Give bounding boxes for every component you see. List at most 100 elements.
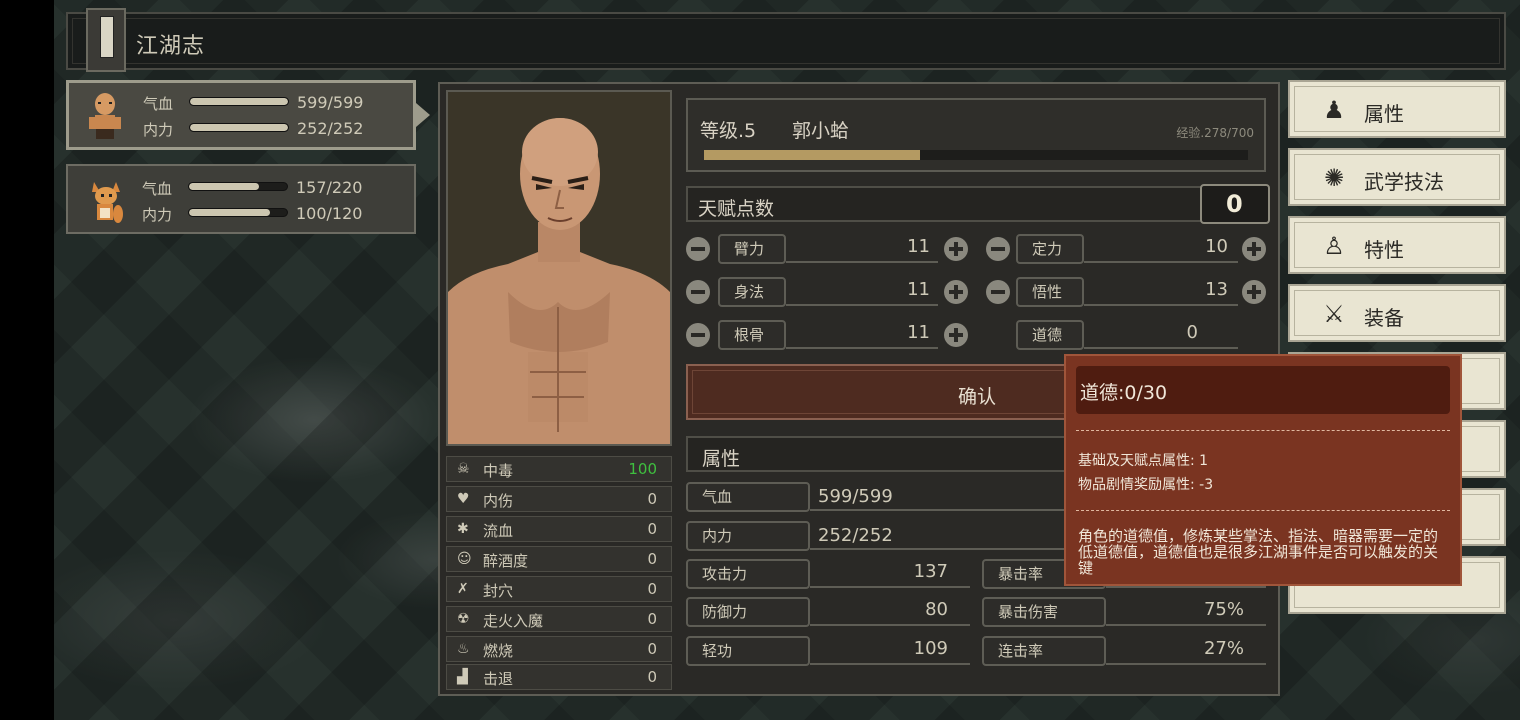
mp-bar bbox=[188, 208, 288, 217]
attr-label: 根骨 bbox=[718, 320, 786, 350]
knockback-icon: ▟ bbox=[457, 669, 468, 685]
hp-bar bbox=[188, 182, 288, 191]
status-label: 中毒 bbox=[483, 462, 514, 480]
menu-equipment-button[interactable]: ⚔ 装备 bbox=[1288, 284, 1506, 342]
hp-value: 157/220 bbox=[296, 178, 363, 197]
status-value: 0 bbox=[647, 640, 657, 658]
party-member-2[interactable]: 气血 157/220 内力 100/120 bbox=[66, 164, 416, 234]
attr-agility: 身法 11 bbox=[718, 277, 938, 307]
acupoint-icon: ✗ bbox=[457, 581, 469, 597]
mp-value: 100/120 bbox=[296, 204, 363, 223]
status-value: 0 bbox=[647, 610, 657, 628]
confirm-label: 确认 bbox=[958, 386, 997, 408]
hp-label: 气血 bbox=[143, 95, 174, 113]
exp-text: 经验.278/700 bbox=[1176, 126, 1254, 140]
decrease-insight-button[interactable] bbox=[986, 280, 1010, 304]
status-poison[interactable]: ☠ 中毒 100 bbox=[446, 456, 672, 482]
mp-value: 252/252 bbox=[297, 119, 364, 138]
talent-points-label: 天赋点数 bbox=[698, 198, 775, 220]
status-sealed-acupoint[interactable]: ✗ 封穴 0 bbox=[446, 576, 672, 602]
hp-bar-fill bbox=[189, 183, 259, 190]
status-bleeding[interactable]: ✱ 流血 0 bbox=[446, 516, 672, 542]
increase-insight-button[interactable] bbox=[1242, 280, 1266, 304]
increase-strength-button[interactable] bbox=[944, 237, 968, 261]
combat-value: 75% bbox=[1203, 599, 1244, 620]
decrease-constitution-button[interactable] bbox=[686, 323, 710, 347]
combat-lightness: 轻功 109 bbox=[686, 636, 970, 666]
menu-attributes-button[interactable]: ♟ 属性 bbox=[1288, 80, 1506, 138]
attr-insight: 悟性 13 bbox=[1016, 277, 1238, 307]
mp-bar-fill bbox=[190, 124, 288, 131]
party-member-1[interactable]: 气血 599/599 内力 252/252 bbox=[66, 80, 416, 150]
attr-label: 身法 bbox=[718, 277, 786, 307]
vital-value: 252/252 bbox=[818, 525, 893, 546]
status-drunk[interactable]: ☺ 醉酒度 0 bbox=[446, 546, 672, 572]
talent-points-value: 0 bbox=[1226, 190, 1243, 218]
combat-defense: 防御力 80 bbox=[686, 597, 970, 627]
attr-value: 13 bbox=[1205, 279, 1228, 300]
selected-arrow-icon bbox=[416, 103, 430, 127]
status-label: 流血 bbox=[483, 522, 514, 540]
character-icon: ♟ bbox=[1323, 96, 1345, 124]
exp-bar-fill bbox=[704, 150, 920, 160]
combat-combo-rate: 连击率 27% bbox=[982, 636, 1266, 666]
increase-agility-button[interactable] bbox=[944, 280, 968, 304]
menu-label: 特性 bbox=[1364, 238, 1404, 262]
status-label: 内伤 bbox=[483, 492, 514, 510]
attr-value: 0 bbox=[1186, 322, 1198, 343]
decrease-agility-button[interactable] bbox=[686, 280, 710, 304]
menu-label: 装备 bbox=[1364, 306, 1404, 330]
status-knockback[interactable]: ▟ 击退 0 bbox=[446, 664, 672, 690]
talent-points-value-box: 0 bbox=[1200, 184, 1270, 224]
exp-bar bbox=[704, 150, 1248, 160]
flame-icon: ♨ bbox=[457, 641, 470, 657]
status-label: 走火入魔 bbox=[483, 612, 544, 630]
broken-heart-icon: ♥ bbox=[457, 491, 470, 507]
combat-value: 109 bbox=[913, 638, 948, 659]
menu-traits-button[interactable]: ♙ 特性 bbox=[1288, 216, 1506, 274]
status-qi-deviation[interactable]: ☢ 走火入魔 0 bbox=[446, 606, 672, 632]
attr-constitution: 根骨 11 bbox=[718, 320, 938, 350]
journal-book-icon[interactable] bbox=[86, 8, 126, 72]
trait-icon: ♙ bbox=[1323, 232, 1345, 260]
attr-willpower: 定力 10 bbox=[1016, 234, 1238, 264]
status-value: 100 bbox=[628, 460, 657, 478]
status-internal-injury[interactable]: ♥ 内伤 0 bbox=[446, 486, 672, 512]
properties-header-label: 属性 bbox=[702, 448, 741, 470]
drunk-face-icon: ☺ bbox=[457, 551, 472, 567]
page-title: 江湖志 bbox=[136, 34, 206, 59]
decrease-willpower-button[interactable] bbox=[986, 237, 1010, 261]
attr-label: 定力 bbox=[1016, 234, 1084, 264]
status-value: 0 bbox=[647, 550, 657, 568]
blood-drop-icon: ✱ bbox=[457, 521, 469, 537]
mp-label: 内力 bbox=[143, 121, 174, 139]
combat-value: 27% bbox=[1203, 638, 1244, 659]
skull-icon: ☠ bbox=[457, 461, 470, 477]
status-label: 击退 bbox=[483, 670, 514, 688]
monk-avatar-icon bbox=[89, 93, 121, 139]
menu-label: 武学技法 bbox=[1364, 170, 1444, 194]
character-portrait-image bbox=[448, 92, 670, 444]
status-label: 封穴 bbox=[483, 582, 514, 600]
increase-willpower-button[interactable] bbox=[1242, 237, 1266, 261]
increase-constitution-button[interactable] bbox=[944, 323, 968, 347]
attr-label: 臂力 bbox=[718, 234, 786, 264]
attr-morality[interactable]: 道德 0 bbox=[1016, 320, 1238, 350]
status-burning[interactable]: ♨ 燃烧 0 bbox=[446, 636, 672, 662]
tooltip-line-items: 物品剧情奖励属性: -3 bbox=[1078, 477, 1214, 493]
status-value: 0 bbox=[647, 520, 657, 538]
status-value: 0 bbox=[647, 490, 657, 508]
attr-value: 10 bbox=[1205, 236, 1228, 257]
menu-martial-arts-button[interactable]: ✺ 武学技法 bbox=[1288, 148, 1506, 206]
combat-label: 轻功 bbox=[686, 636, 810, 666]
character-portrait bbox=[446, 90, 672, 446]
status-value: 0 bbox=[647, 580, 657, 598]
madness-icon: ☢ bbox=[457, 611, 470, 627]
combat-value: 137 bbox=[913, 561, 948, 582]
status-value: 0 bbox=[647, 668, 657, 686]
vital-label: 气血 bbox=[686, 482, 810, 512]
decrease-strength-button[interactable] bbox=[686, 237, 710, 261]
sword-icon: ⚔ bbox=[1323, 300, 1345, 328]
attr-label: 道德 bbox=[1016, 320, 1084, 350]
combat-attack: 攻击力 137 bbox=[686, 559, 970, 589]
